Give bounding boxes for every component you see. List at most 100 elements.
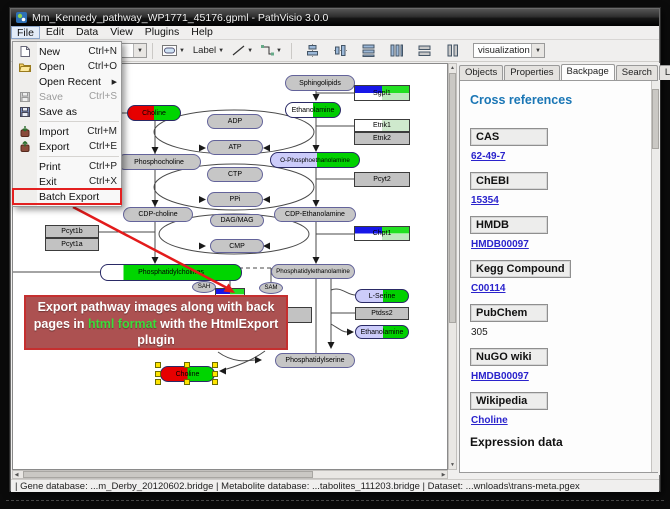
canvas-horizontal-scrollbar[interactable]: ◀ ▶ <box>12 470 448 479</box>
menu-view[interactable]: View <box>104 26 139 39</box>
menu-item-print[interactable]: Print Ctrl+P <box>13 159 121 174</box>
node-pcyt1a[interactable]: Pcyt1a <box>45 238 99 251</box>
chevron-down-icon[interactable]: ▼ <box>133 44 146 57</box>
node-etnk1[interactable]: Etnk1 <box>354 119 410 132</box>
scroll-up-icon[interactable]: ▲ <box>449 64 456 72</box>
selection-handle[interactable] <box>155 379 161 385</box>
xref-source-name: CAS <box>470 128 548 146</box>
node-etnk2[interactable]: Etnk2 <box>354 132 410 145</box>
menu-item-exit[interactable]: Exit Ctrl+X <box>13 174 121 189</box>
node-ethanolamine[interactable]: Ethanolamine <box>285 102 341 118</box>
node-cmp[interactable]: CMP <box>210 239 264 253</box>
panel-vertical-scrollbar[interactable] <box>651 81 659 472</box>
scrollbar-thumb[interactable] <box>449 73 456 323</box>
node-adp[interactable]: ADP <box>207 114 263 129</box>
node-sphingolipids[interactable]: Sphingolipids <box>285 75 355 91</box>
scroll-right-icon[interactable]: ▶ <box>440 471 447 479</box>
menu-item-open-recent[interactable]: Open Recent ▶ <box>13 74 121 89</box>
align-center-x-button[interactable] <box>303 42 322 59</box>
align-center-y-button[interactable] <box>331 42 350 59</box>
chevron-down-icon[interactable]: ▼ <box>276 48 282 54</box>
chevron-down-icon[interactable]: ▼ <box>179 48 185 54</box>
menu-item-batch-export[interactable]: Batch Export <box>13 189 121 204</box>
tab-backpage[interactable]: Backpage <box>561 64 615 80</box>
tab-search[interactable]: Search <box>616 65 658 80</box>
xref-link[interactable]: C00114 <box>471 283 647 294</box>
node-ctp[interactable]: CTP <box>207 167 263 182</box>
node-choline[interactable]: Choline <box>127 105 181 121</box>
connector-tool-button[interactable]: ▼ <box>258 42 285 59</box>
node-phosphatidylethanolamine[interactable]: Phosphatidylethanolamine <box>271 264 355 279</box>
title-bar[interactable]: Mm_Kennedy_pathway_WP1771_45176.gpml - P… <box>11 9 659 26</box>
toolbar-separator <box>291 43 292 59</box>
xref-link[interactable]: HMDB00097 <box>471 239 647 250</box>
canvas-vertical-scrollbar[interactable]: ▲ ▼ <box>448 63 457 470</box>
node-phosphatidylcholines[interactable]: Phosphatidylcholines <box>100 264 242 281</box>
node-o-phosphoethanolamine[interactable]: O-Phosphoethanolamine <box>270 152 360 168</box>
xref-link[interactable]: 15354 <box>471 195 647 206</box>
menu-item-export[interactable]: Export Ctrl+E <box>13 139 121 154</box>
selection-handle[interactable] <box>212 379 218 385</box>
scroll-left-icon[interactable]: ◀ <box>13 471 20 479</box>
selection-handle[interactable] <box>184 379 190 385</box>
menu-file[interactable]: File <box>11 26 40 39</box>
backpage-panel: Cross references CAS 62-49-7 ChEBI 15354… <box>459 80 658 473</box>
line-tool-button[interactable]: ▼ <box>229 42 256 59</box>
node-atp[interactable]: ATP <box>207 140 263 155</box>
line-icon <box>232 45 245 56</box>
label-tool-button[interactable]: Label ▼ <box>190 42 227 59</box>
selection-handle[interactable] <box>155 371 161 377</box>
node-dag[interactable]: DAG/MAG <box>210 214 264 227</box>
node-pcyt2[interactable]: Pcyt2 <box>354 172 410 187</box>
node-phosphocholine[interactable]: Phosphocholine <box>117 154 201 170</box>
node-sam[interactable]: SAM <box>259 282 283 294</box>
node-cdp-ethanolamine[interactable]: CDP-Ethanolamine <box>274 207 356 222</box>
xref-link[interactable]: HMDB00097 <box>471 371 647 382</box>
menu-item-new[interactable]: New Ctrl+N <box>13 44 121 59</box>
tab-legend[interactable]: Legend <box>659 65 670 80</box>
selection-handle[interactable] <box>212 371 218 377</box>
node-chpt1[interactable]: Chpt1 <box>354 226 410 241</box>
node-phosphatidylserine[interactable]: Phosphatidylserine <box>275 353 355 368</box>
menu-item-open[interactable]: Open Ctrl+O <box>13 59 121 74</box>
node-pcyt1b[interactable]: Pcyt1b <box>45 225 99 238</box>
menu-item-save[interactable]: Save Ctrl+S <box>13 89 121 104</box>
xref-link[interactable]: Choline <box>471 415 647 426</box>
tab-objects[interactable]: Objects <box>459 65 503 80</box>
menu-item-import[interactable]: Import Ctrl+M <box>13 124 121 139</box>
menu-plugins[interactable]: Plugins <box>139 26 185 39</box>
same-height-button[interactable] <box>443 42 462 59</box>
tab-properties[interactable]: Properties <box>504 65 559 80</box>
scrollbar-thumb[interactable] <box>652 89 659 149</box>
same-width-button[interactable] <box>415 42 434 59</box>
datanode-tool-button[interactable]: ▼ <box>159 42 188 59</box>
xref-link[interactable]: 62-49-7 <box>471 151 647 162</box>
node-gene-partial2[interactable] <box>284 307 312 323</box>
menu-help[interactable]: Help <box>185 26 219 39</box>
node-ethanolamine-2[interactable]: Ethanolamine <box>355 325 409 339</box>
node-ppi[interactable]: PPi <box>207 192 263 207</box>
selection-handle[interactable] <box>155 362 161 368</box>
menu-data[interactable]: Data <box>70 26 104 39</box>
chevron-down-icon[interactable]: ▼ <box>218 48 224 54</box>
node-sgpl1[interactable]: Sgpl1 <box>354 85 410 101</box>
selection-handle[interactable] <box>184 362 190 368</box>
menu-item-save-as[interactable]: Save as <box>13 104 121 119</box>
node-sah[interactable]: SAH <box>192 281 216 293</box>
node-cdp-choline[interactable]: CDP-choline <box>123 207 193 222</box>
distribute-rows-button[interactable] <box>359 42 378 59</box>
xref-source-name: NuGO wiki <box>470 348 548 366</box>
menu-separator <box>39 156 119 157</box>
chevron-down-icon[interactable]: ▼ <box>247 48 253 54</box>
menu-edit[interactable]: Edit <box>40 26 70 39</box>
scroll-down-icon[interactable]: ▼ <box>449 461 456 469</box>
node-ptdss2[interactable]: Ptdss2 <box>355 307 409 320</box>
chevron-down-icon[interactable]: ▼ <box>531 44 544 57</box>
selection-handle[interactable] <box>212 362 218 368</box>
distribute-columns-button[interactable] <box>387 42 406 59</box>
save-as-icon <box>13 107 37 117</box>
node-l-serine[interactable]: L-Serine <box>355 289 409 303</box>
visualization-combobox[interactable]: visualization ▼ <box>473 43 545 58</box>
scrollbar-thumb[interactable] <box>23 471 313 478</box>
side-panel-tabs: Objects Properties Backpage Search Legen… <box>459 65 670 80</box>
